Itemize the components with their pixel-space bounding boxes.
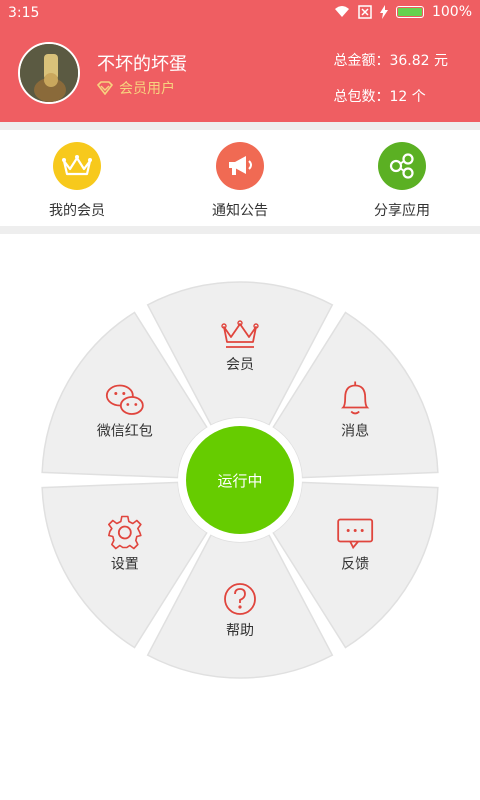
segment-label: 反馈	[341, 557, 369, 573]
quick-label: 分享应用	[374, 203, 430, 219]
diamond-icon	[97, 81, 113, 95]
share-icon	[378, 142, 426, 190]
segment-label: 帮助	[226, 623, 254, 639]
avatar-image	[20, 44, 78, 102]
quick-label: 通知公告	[212, 203, 268, 219]
charging-icon	[379, 5, 388, 19]
total-packets: 总包数：12 个	[333, 89, 426, 105]
divider	[0, 122, 480, 130]
quick-item-my-membership[interactable]: 我的会员	[17, 142, 137, 220]
account-stats: 总金额：36.82 元 总包数：12 个	[333, 50, 448, 122]
avatar[interactable]	[18, 42, 80, 104]
wheel-menu: 会员消息反馈帮助 设置 微信红包 运行中	[41, 281, 439, 679]
crown-icon	[53, 142, 101, 190]
status-bar: 3:15 100%	[0, 0, 480, 26]
run-status-label: 运行中	[217, 472, 262, 490]
status-time: 3:15	[8, 5, 40, 21]
member-type: 会员用户	[119, 81, 175, 97]
username: 不坏的坏蛋	[97, 54, 187, 75]
battery-icon	[395, 6, 424, 18]
quick-item-share-app[interactable]: 分享应用	[342, 142, 462, 220]
quick-actions: 我的会员 通知公告 分享应用	[0, 130, 480, 226]
battery-percent: 100%	[431, 4, 472, 20]
segment-label: 会员	[226, 357, 254, 373]
status-icons: 100%	[334, 4, 472, 20]
megaphone-icon	[216, 142, 264, 190]
quick-item-notifications[interactable]: 通知公告	[180, 142, 300, 220]
profile-header: 3:15 100% 不坏的坏蛋 会员用户 总金额：36.82 元 总包数：12 …	[0, 0, 480, 122]
total-amount: 总金额：36.82 元	[333, 53, 448, 69]
sim-icon	[358, 5, 372, 19]
member-badge: 会员用户	[97, 78, 175, 98]
divider	[0, 226, 480, 234]
segment-label: 设置	[111, 557, 139, 573]
segment-label: 微信红包	[97, 424, 153, 440]
quick-label: 我的会员	[49, 203, 105, 219]
segment-label: 消息	[341, 423, 369, 440]
wifi-icon	[334, 6, 349, 17]
